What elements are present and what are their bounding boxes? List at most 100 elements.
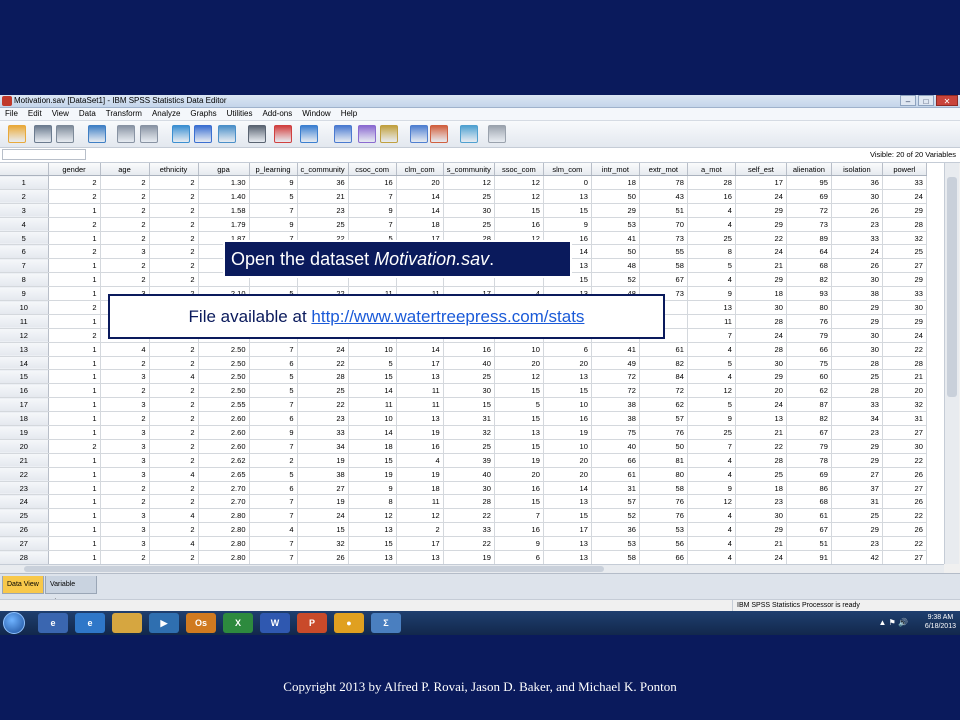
data-cell[interactable]: 9 <box>249 425 298 440</box>
data-cell[interactable]: 16 <box>543 411 592 427</box>
data-cell[interactable]: 67 <box>786 425 832 440</box>
chrome-icon[interactable]: ● <box>334 613 364 633</box>
insert-cases-icon[interactable] <box>274 125 292 143</box>
split-file-icon[interactable] <box>334 125 352 143</box>
data-cell[interactable]: 22 <box>882 536 927 552</box>
data-cell[interactable]: 9 <box>348 203 397 218</box>
data-cell[interactable]: 2.55 <box>198 397 250 413</box>
data-cell[interactable]: 25 <box>443 369 495 385</box>
data-cell[interactable]: 72 <box>591 369 640 385</box>
data-cell[interactable]: 22 <box>443 536 495 552</box>
data-cell[interactable]: 12 <box>494 175 544 190</box>
print-icon[interactable] <box>56 125 74 143</box>
data-cell[interactable]: 34 <box>831 411 883 427</box>
data-cell[interactable]: 28 <box>882 217 927 232</box>
find-icon[interactable] <box>248 125 266 143</box>
data-cell[interactable]: 9 <box>687 286 736 302</box>
data-cell[interactable]: 87 <box>786 397 832 413</box>
data-cell[interactable]: 24 <box>831 244 883 260</box>
outlook-icon[interactable]: Os <box>186 613 216 633</box>
row-number[interactable]: 19 <box>0 425 49 440</box>
data-cell[interactable]: 1 <box>48 467 101 482</box>
spss-taskbar-icon[interactable]: Σ <box>371 613 401 633</box>
data-cell[interactable]: 12 <box>494 369 544 385</box>
data-cell[interactable]: 61 <box>639 342 688 357</box>
data-cell[interactable]: 19 <box>396 425 444 440</box>
data-cell[interactable]: 4 <box>687 369 736 385</box>
data-cell[interactable]: 21 <box>735 425 787 440</box>
data-cell[interactable]: 2.80 <box>198 522 250 538</box>
data-cell[interactable]: 24 <box>297 342 349 357</box>
data-cell[interactable]: 18 <box>396 217 444 232</box>
data-cell[interactable]: 2 <box>149 439 199 454</box>
data-cell[interactable]: 4 <box>396 453 444 468</box>
data-cell[interactable]: 20 <box>543 453 592 468</box>
data-cell[interactable]: 28 <box>687 175 736 190</box>
data-cell[interactable]: 25 <box>443 189 495 204</box>
data-cell[interactable]: 5 <box>249 467 298 482</box>
data-cell[interactable]: 26 <box>882 467 927 482</box>
data-cell[interactable]: 2.70 <box>198 481 250 496</box>
row-number[interactable]: 17 <box>0 397 49 413</box>
data-cell[interactable]: 15 <box>543 383 592 399</box>
data-cell[interactable]: 17 <box>396 356 444 371</box>
data-cell[interactable]: 15 <box>494 203 544 218</box>
data-cell[interactable]: 3 <box>100 522 150 538</box>
data-cell[interactable]: 76 <box>639 508 688 524</box>
data-cell[interactable]: 30 <box>443 481 495 496</box>
data-cell[interactable]: 38 <box>297 467 349 482</box>
data-cell[interactable]: 82 <box>786 272 832 288</box>
data-cell[interactable]: 9 <box>249 175 298 190</box>
data-cell[interactable]: 4 <box>149 369 199 385</box>
data-cell[interactable]: 38 <box>591 411 640 427</box>
data-cell[interactable]: 4 <box>249 522 298 538</box>
data-cell[interactable]: 7 <box>249 439 298 454</box>
data-cell[interactable]: 41 <box>591 342 640 357</box>
data-cell[interactable]: 24 <box>735 550 787 564</box>
data-cell[interactable]: 18 <box>348 439 397 454</box>
data-cell[interactable]: 27 <box>831 467 883 482</box>
row-number[interactable]: 22 <box>0 467 49 482</box>
data-cell[interactable]: 40 <box>443 467 495 482</box>
data-cell[interactable]: 25 <box>443 439 495 454</box>
data-cell[interactable]: 7 <box>249 550 298 564</box>
data-cell[interactable]: 78 <box>786 453 832 468</box>
data-cell[interactable]: 29 <box>831 522 883 538</box>
data-cell[interactable]: 16 <box>443 342 495 357</box>
data-cell[interactable]: 22 <box>297 356 349 371</box>
data-cell[interactable]: 29 <box>735 203 787 218</box>
data-cell[interactable]: 13 <box>543 369 592 385</box>
data-cell[interactable]: 51 <box>639 203 688 218</box>
word-icon[interactable]: W <box>260 613 290 633</box>
data-cell[interactable]: 2 <box>149 494 199 510</box>
data-cell[interactable]: 2 <box>100 383 150 399</box>
data-cell[interactable]: 10 <box>494 342 544 357</box>
explorer-folder-icon[interactable]: e <box>38 613 68 633</box>
row-number[interactable]: 20 <box>0 439 49 454</box>
data-cell[interactable]: 68 <box>786 258 832 274</box>
data-cell[interactable]: 25 <box>297 383 349 399</box>
data-cell[interactable]: 2 <box>149 481 199 496</box>
data-cell[interactable]: 29 <box>831 439 883 454</box>
data-cell[interactable]: 16 <box>396 439 444 454</box>
data-cell[interactable]: 5 <box>249 369 298 385</box>
data-cell[interactable]: 1 <box>48 522 101 538</box>
data-cell[interactable]: 22 <box>297 397 349 413</box>
data-cell[interactable]: 53 <box>591 217 640 232</box>
data-cell[interactable]: 1 <box>48 453 101 468</box>
row-number[interactable]: 8 <box>0 272 49 288</box>
data-cell[interactable]: 1 <box>48 411 101 427</box>
data-cell[interactable]: 23 <box>831 217 883 232</box>
data-cell[interactable]: 33 <box>297 425 349 440</box>
data-cell[interactable]: 2 <box>100 189 150 204</box>
data-cell[interactable]: 13 <box>396 411 444 427</box>
data-cell[interactable]: 12 <box>348 508 397 524</box>
data-cell[interactable]: 30 <box>735 300 787 315</box>
data-cell[interactable]: 15 <box>348 536 397 552</box>
data-cell[interactable]: 2 <box>100 272 150 288</box>
data-cell[interactable]: 84 <box>639 369 688 385</box>
data-cell[interactable]: 20 <box>543 356 592 371</box>
data-cell[interactable]: 1 <box>48 203 101 218</box>
data-cell[interactable]: 26 <box>882 494 927 510</box>
insert-variable-icon[interactable] <box>300 125 318 143</box>
